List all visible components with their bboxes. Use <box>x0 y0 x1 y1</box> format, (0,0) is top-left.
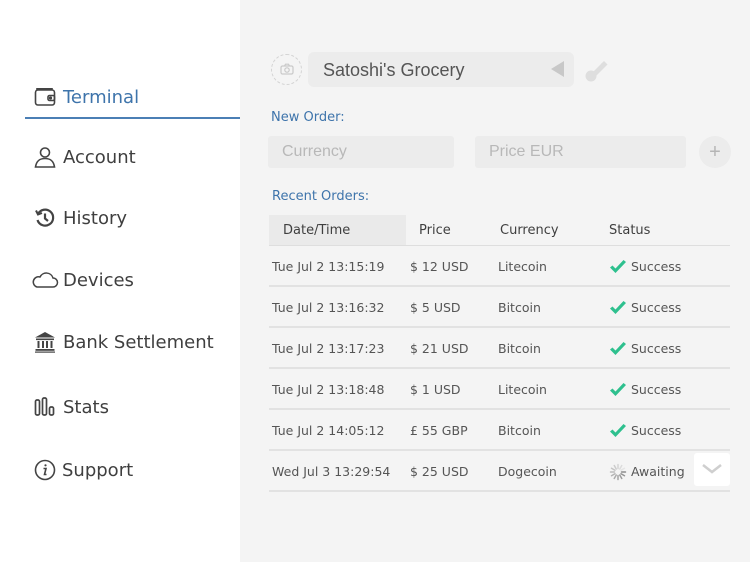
spinner-icon <box>609 463 627 481</box>
table-row[interactable]: Wed Jul 3 13:29:54 $ 25 USD Dogecoin Awaiti… <box>269 451 730 492</box>
bar-chart-icon <box>33 395 57 419</box>
sidebar-item-support[interactable]: Support <box>0 450 240 490</box>
table-header: Date/Time Price Currency Status <box>269 215 730 246</box>
bank-icon <box>33 330 57 354</box>
sidebar-item-bank-settlement[interactable]: Bank Settlement <box>0 322 240 362</box>
wallet-icon <box>33 85 57 109</box>
order-datetime: Tue Jul 2 13:18:48 <box>272 382 385 397</box>
order-status: Success <box>631 382 682 397</box>
table-row[interactable]: Tue Jul 2 13:17:23 $ 21 USD Bitcoin Success <box>269 328 730 369</box>
column-header-datetime[interactable]: Date/Time <box>283 223 350 238</box>
sidebar-item-stats[interactable]: Stats <box>0 387 240 427</box>
table-body: Tue Jul 2 13:15:19 $ 12 USD Litecoin Succes… <box>269 246 730 492</box>
camera-button[interactable] <box>271 54 302 85</box>
order-price: £ 55 GBP <box>410 423 468 438</box>
active-indicator <box>25 117 240 119</box>
sidebar-item-label: Stats <box>63 396 109 418</box>
sidebar-item-devices[interactable]: Devices <box>0 260 240 300</box>
cloud-icon <box>31 268 59 292</box>
order-price: $ 1 USD <box>410 382 461 397</box>
order-currency: Bitcoin <box>498 341 541 356</box>
sidebar-item-label: History <box>63 207 128 229</box>
new-order-label: New Order: <box>271 110 345 125</box>
sidebar: Terminal Account History Devices Bank Se… <box>0 0 240 562</box>
merchant-name: Satoshi's Grocery <box>323 60 465 80</box>
order-currency: Bitcoin <box>498 423 541 438</box>
sidebar-item-label: Devices <box>63 269 134 291</box>
info-icon <box>33 458 57 482</box>
triangle-left-icon[interactable] <box>551 61 564 77</box>
sidebar-item-label: Support <box>62 459 134 481</box>
recent-orders-table: Date/Time Price Currency Status Tue Jul … <box>269 215 730 492</box>
history-icon <box>33 206 57 230</box>
add-order-button[interactable]: + <box>699 136 731 168</box>
order-datetime: Tue Jul 2 14:05:12 <box>272 423 385 438</box>
order-status: Success <box>631 423 682 438</box>
sidebar-item-terminal[interactable]: Terminal <box>0 77 240 117</box>
checkmark-icon <box>609 300 627 316</box>
order-datetime: Tue Jul 2 13:16:32 <box>272 300 385 315</box>
table-row[interactable]: Tue Jul 2 13:18:48 $ 1 USD Litecoin Success <box>269 369 730 410</box>
order-currency: Litecoin <box>498 382 547 397</box>
user-icon <box>33 145 57 169</box>
expand-order-button[interactable] <box>694 453 730 486</box>
currency-input[interactable] <box>268 136 454 168</box>
table-row[interactable]: Tue Jul 2 13:15:19 $ 12 USD Litecoin Succes… <box>269 246 730 287</box>
checkmark-icon <box>609 341 627 357</box>
sidebar-item-account[interactable]: Account <box>0 137 240 177</box>
table-row[interactable]: Tue Jul 2 14:05:12 £ 55 GBP Bitcoin Success <box>269 410 730 451</box>
order-datetime: Wed Jul 3 13:29:54 <box>272 464 391 479</box>
order-datetime: Tue Jul 2 13:15:19 <box>272 259 385 274</box>
order-status: Awaiting <box>631 464 685 479</box>
camera-icon <box>279 60 294 79</box>
price-input[interactable] <box>475 136 686 168</box>
column-header-price[interactable]: Price <box>419 223 451 238</box>
order-price: $ 25 USD <box>410 464 469 479</box>
column-header-status[interactable]: Status <box>609 223 650 238</box>
order-price: $ 21 USD <box>410 341 469 356</box>
checkmark-icon <box>609 259 627 275</box>
order-price: $ 12 USD <box>410 259 469 274</box>
column-header-currency[interactable]: Currency <box>500 223 559 238</box>
order-status: Success <box>631 341 682 356</box>
sidebar-item-label: Bank Settlement <box>63 331 214 353</box>
order-status: Success <box>631 259 682 274</box>
order-currency: Dogecoin <box>498 464 557 479</box>
merchant-selector[interactable]: Satoshi's Grocery <box>308 52 574 87</box>
order-status: Success <box>631 300 682 315</box>
chevron-down-icon <box>701 460 723 479</box>
order-currency: Bitcoin <box>498 300 541 315</box>
sidebar-item-label: Account <box>63 146 136 168</box>
sidebar-item-label: Terminal <box>63 86 140 108</box>
order-datetime: Tue Jul 2 13:17:23 <box>272 341 385 356</box>
key-icon[interactable] <box>584 57 610 83</box>
order-price: $ 5 USD <box>410 300 461 315</box>
checkmark-icon <box>609 423 627 439</box>
checkmark-icon <box>609 382 627 398</box>
recent-orders-label: Recent Orders: <box>272 189 370 204</box>
order-currency: Litecoin <box>498 259 547 274</box>
table-row[interactable]: Tue Jul 2 13:16:32 $ 5 USD Bitcoin Success <box>269 287 730 328</box>
sidebar-item-history[interactable]: History <box>0 198 240 238</box>
plus-icon: + <box>709 140 721 163</box>
